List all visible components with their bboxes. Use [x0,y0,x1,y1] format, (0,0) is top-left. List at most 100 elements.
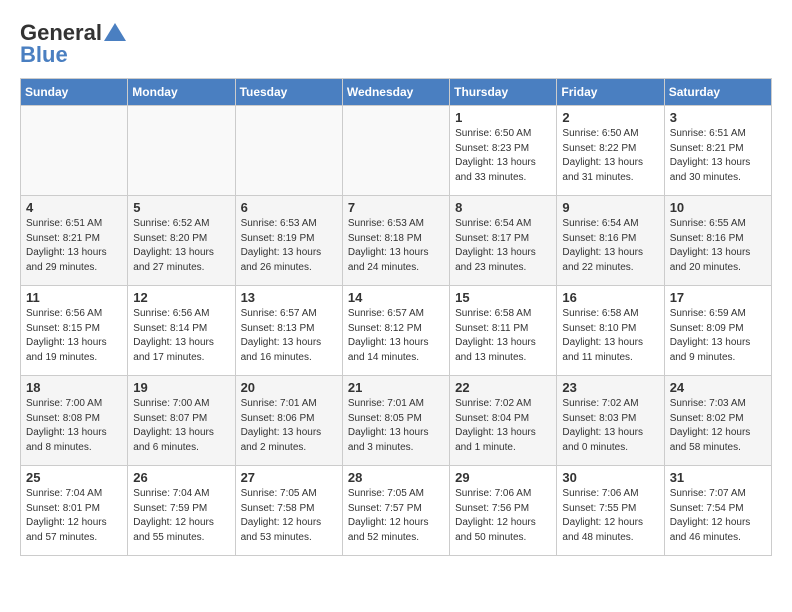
day-info: Sunrise: 7:04 AMSunset: 8:01 PMDaylight:… [26,487,122,545]
day-info: Sunrise: 6:54 AMSunset: 8:16 PMDaylight:… [562,217,658,275]
calendar-day-13: 13 Sunrise: 6:57 AMSunset: 8:13 PMDayligh… [235,286,342,376]
weekday-header-saturday: Saturday [664,79,771,106]
day-info: Sunrise: 7:06 AMSunset: 7:55 PMDaylight:… [562,487,658,545]
day-number: 11 [26,290,122,305]
day-number: 22 [455,380,551,395]
day-info: Sunrise: 6:51 AMSunset: 8:21 PMDaylight:… [26,217,122,275]
day-number: 3 [670,110,766,125]
calendar-day-empty [235,106,342,196]
day-info: Sunrise: 7:06 AMSunset: 7:56 PMDaylight:… [455,487,551,545]
weekday-header-tuesday: Tuesday [235,79,342,106]
logo-blue: Blue [20,42,68,68]
calendar-day-11: 11Sunrise: 6:56 AMSunset: 8:15 PMDayligh… [21,286,128,376]
calendar-table: SundayMondayTuesdayWednesdayThursdayFrid… [20,78,772,556]
calendar-day-28: 28Sunrise: 7:05 AMSunset: 7:57 PMDayligh… [342,466,449,556]
calendar-day-5: 5 Sunrise: 6:52 AMSunset: 8:20 PMDaylight… [128,196,235,286]
calendar-day-27: 27 Sunrise: 7:05 AMSunset: 7:58 PMDayligh… [235,466,342,556]
calendar-day-2: 2 Sunrise: 6:50 AMSunset: 8:22 PMDaylight… [557,106,664,196]
day-info: Sunrise: 7:04 AMSunset: 7:59 PMDaylight:… [133,487,229,545]
calendar-day-29: 29Sunrise: 7:06 AMSunset: 7:56 PMDayligh… [450,466,557,556]
calendar-day-22: 22 Sunrise: 7:02 AMSunset: 8:04 PMDayligh… [450,376,557,466]
day-number: 4 [26,200,122,215]
calendar-week-row: 11Sunrise: 6:56 AMSunset: 8:15 PMDayligh… [21,286,772,376]
day-number: 9 [562,200,658,215]
logo: General Blue [20,20,126,68]
day-info: Sunrise: 6:58 AMSunset: 8:11 PMDaylight:… [455,307,551,365]
day-info: Sunrise: 7:05 AMSunset: 7:58 PMDaylight:… [241,487,337,545]
day-info: Sunrise: 6:52 AMSunset: 8:20 PMDaylight:… [133,217,229,275]
calendar-day-empty [128,106,235,196]
day-info: Sunrise: 7:07 AMSunset: 7:54 PMDaylight:… [670,487,766,545]
day-number: 8 [455,200,551,215]
weekday-header-sunday: Sunday [21,79,128,106]
day-number: 23 [562,380,658,395]
calendar-day-6: 6 Sunrise: 6:53 AMSunset: 8:19 PMDaylight… [235,196,342,286]
day-info: Sunrise: 7:02 AMSunset: 8:03 PMDaylight:… [562,397,658,455]
calendar-day-7: 7 Sunrise: 6:53 AMSunset: 8:18 PMDaylight… [342,196,449,286]
day-info: Sunrise: 7:00 AMSunset: 8:07 PMDaylight:… [133,397,229,455]
day-number: 5 [133,200,229,215]
day-info: Sunrise: 6:55 AMSunset: 8:16 PMDaylight:… [670,217,766,275]
day-number: 30 [562,470,658,485]
day-info: Sunrise: 7:02 AMSunset: 8:04 PMDaylight:… [455,397,551,455]
calendar-day-19: 19 Sunrise: 7:00 AMSunset: 8:07 PMDayligh… [128,376,235,466]
weekday-header-monday: Monday [128,79,235,106]
day-info: Sunrise: 7:00 AMSunset: 8:08 PMDaylight:… [26,397,122,455]
day-info: Sunrise: 6:58 AMSunset: 8:10 PMDaylight:… [562,307,658,365]
day-number: 31 [670,470,766,485]
calendar-day-17: 17Sunrise: 6:59 AMSunset: 8:09 PMDayligh… [664,286,771,376]
day-info: Sunrise: 6:54 AMSunset: 8:17 PMDaylight:… [455,217,551,275]
calendar-week-row: 1 Sunrise: 6:50 AMSunset: 8:23 PMDaylight… [21,106,772,196]
calendar-day-9: 9 Sunrise: 6:54 AMSunset: 8:16 PMDaylight… [557,196,664,286]
day-info: Sunrise: 6:57 AMSunset: 8:12 PMDaylight:… [348,307,444,365]
day-info: Sunrise: 7:01 AMSunset: 8:05 PMDaylight:… [348,397,444,455]
calendar-day-14: 14 Sunrise: 6:57 AMSunset: 8:12 PMDayligh… [342,286,449,376]
calendar-week-row: 18 Sunrise: 7:00 AMSunset: 8:08 PMDayligh… [21,376,772,466]
day-info: Sunrise: 6:57 AMSunset: 8:13 PMDaylight:… [241,307,337,365]
calendar-day-30: 30 Sunrise: 7:06 AMSunset: 7:55 PMDayligh… [557,466,664,556]
weekday-header-friday: Friday [557,79,664,106]
day-number: 28 [348,470,444,485]
calendar-day-4: 4 Sunrise: 6:51 AMSunset: 8:21 PMDaylight… [21,196,128,286]
day-number: 6 [241,200,337,215]
calendar-day-10: 10 Sunrise: 6:55 AMSunset: 8:16 PMDayligh… [664,196,771,286]
day-number: 2 [562,110,658,125]
calendar-day-25: 25 Sunrise: 7:04 AMSunset: 8:01 PMDayligh… [21,466,128,556]
calendar-day-20: 20 Sunrise: 7:01 AMSunset: 8:06 PMDayligh… [235,376,342,466]
day-number: 26 [133,470,229,485]
day-number: 1 [455,110,551,125]
calendar-day-15: 15 Sunrise: 6:58 AMSunset: 8:11 PMDayligh… [450,286,557,376]
calendar-week-row: 4 Sunrise: 6:51 AMSunset: 8:21 PMDaylight… [21,196,772,286]
calendar-day-12: 12Sunrise: 6:56 AMSunset: 8:14 PMDayligh… [128,286,235,376]
day-number: 20 [241,380,337,395]
calendar-day-8: 8 Sunrise: 6:54 AMSunset: 8:17 PMDaylight… [450,196,557,286]
day-number: 21 [348,380,444,395]
weekday-header-wednesday: Wednesday [342,79,449,106]
calendar-day-24: 24Sunrise: 7:03 AMSunset: 8:02 PMDayligh… [664,376,771,466]
calendar-day-18: 18 Sunrise: 7:00 AMSunset: 8:08 PMDayligh… [21,376,128,466]
day-number: 13 [241,290,337,305]
calendar-day-23: 23 Sunrise: 7:02 AMSunset: 8:03 PMDayligh… [557,376,664,466]
calendar-day-1: 1 Sunrise: 6:50 AMSunset: 8:23 PMDaylight… [450,106,557,196]
day-info: Sunrise: 6:51 AMSunset: 8:21 PMDaylight:… [670,127,766,185]
day-number: 25 [26,470,122,485]
calendar-day-31: 31 Sunrise: 7:07 AMSunset: 7:54 PMDayligh… [664,466,771,556]
day-number: 27 [241,470,337,485]
day-info: Sunrise: 6:53 AMSunset: 8:18 PMDaylight:… [348,217,444,275]
day-number: 18 [26,380,122,395]
day-number: 19 [133,380,229,395]
day-info: Sunrise: 6:50 AMSunset: 8:22 PMDaylight:… [562,127,658,185]
day-number: 10 [670,200,766,215]
day-number: 7 [348,200,444,215]
day-number: 14 [348,290,444,305]
day-info: Sunrise: 6:50 AMSunset: 8:23 PMDaylight:… [455,127,551,185]
calendar-day-21: 21 Sunrise: 7:01 AMSunset: 8:05 PMDayligh… [342,376,449,466]
weekday-header-thursday: Thursday [450,79,557,106]
day-info: Sunrise: 6:53 AMSunset: 8:19 PMDaylight:… [241,217,337,275]
day-number: 15 [455,290,551,305]
calendar-day-16: 16Sunrise: 6:58 AMSunset: 8:10 PMDayligh… [557,286,664,376]
day-number: 12 [133,290,229,305]
day-info: Sunrise: 7:01 AMSunset: 8:06 PMDaylight:… [241,397,337,455]
calendar-day-26: 26 Sunrise: 7:04 AMSunset: 7:59 PMDayligh… [128,466,235,556]
page-header: General Blue [20,20,772,68]
